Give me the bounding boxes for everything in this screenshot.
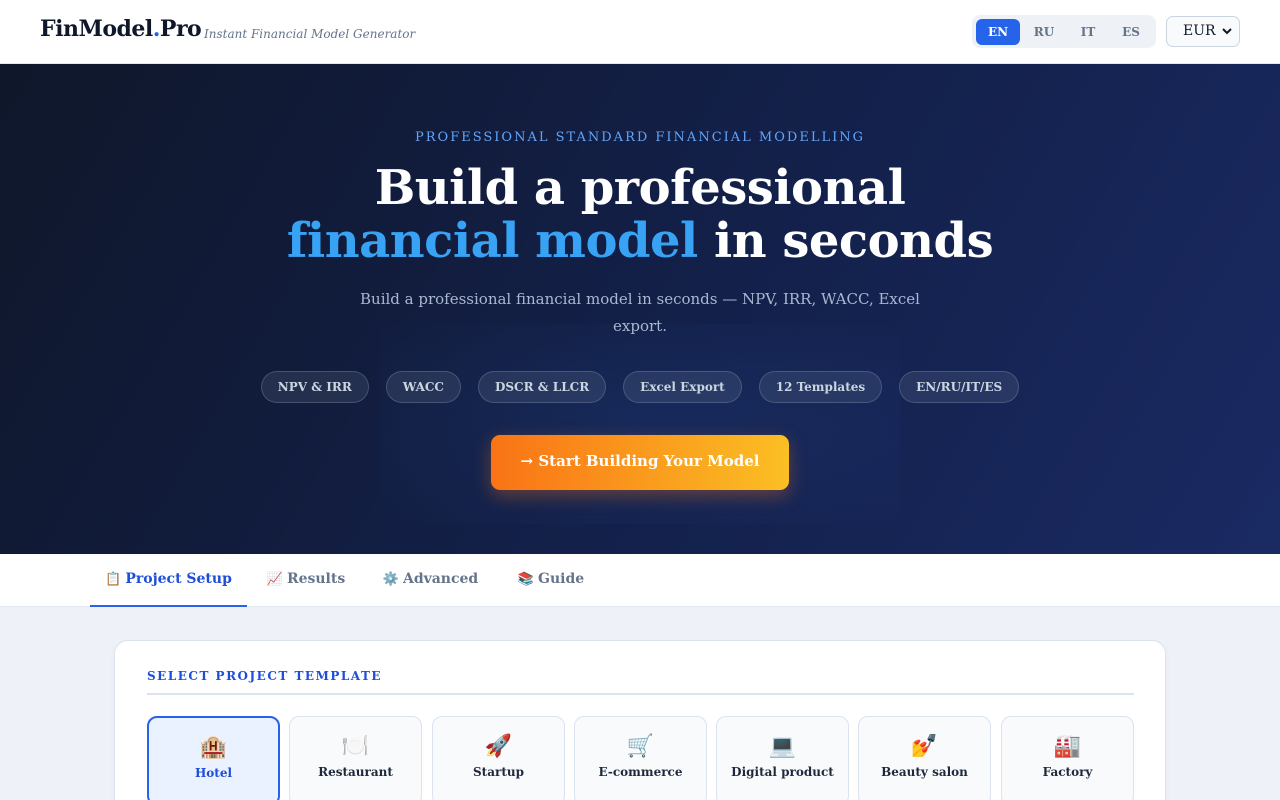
headline-line-1: Build a professional <box>374 160 906 216</box>
hotel-icon: 🏨 <box>199 735 228 760</box>
hero-section: PROFESSIONAL STANDARD FINANCIAL MODELLIN… <box>0 64 1280 554</box>
template-card: SELECT PROJECT TEMPLATE 🏨 Hotel 🍽️ Resta… <box>114 640 1166 800</box>
feature-chip: NPV & IRR <box>260 371 369 403</box>
logo-main-text: FinModel <box>40 16 153 42</box>
template-restaurant[interactable]: 🍽️ Restaurant <box>289 716 422 800</box>
template-ecommerce[interactable]: 🛒 E-commerce <box>574 716 707 800</box>
tagline: Instant Financial Model Generator <box>204 27 416 41</box>
tab-label: Guide <box>538 571 585 587</box>
section-title: SELECT PROJECT TEMPLATE <box>147 669 383 683</box>
language-button-ru[interactable]: RU <box>1022 19 1066 45</box>
top-bar: FinModel.Pro Instant Financial Model Gen… <box>0 0 1280 64</box>
tab-label: Results <box>286 571 346 587</box>
clipboard-icon: 📋 <box>105 572 122 587</box>
language-button-it[interactable]: IT <box>1066 19 1110 45</box>
language-button-en[interactable]: EN <box>976 19 1020 45</box>
books-icon: 📚 <box>517 572 535 587</box>
template-label: Factory <box>1042 765 1093 779</box>
feature-chip: DSCR & LLCR <box>477 371 607 403</box>
logo[interactable]: FinModel.Pro <box>40 16 202 42</box>
hero-glow <box>380 324 900 524</box>
feature-chip: EN/RU/IT/ES <box>899 371 1020 403</box>
nail-polish-icon: 💅 <box>910 734 939 759</box>
headline-rest: in seconds <box>697 213 994 269</box>
feature-chips: NPV & IRR WACC DSCR & LLCR Excel Export … <box>0 371 1280 403</box>
template-label: Restaurant <box>318 765 393 779</box>
template-digital-product[interactable]: 💻 Digital product <box>716 716 849 800</box>
currency-select[interactable]: EUR <box>1166 16 1240 47</box>
logo-suffix-text: Pro <box>159 16 202 42</box>
template-label: Startup <box>473 765 524 779</box>
feature-chip: 12 Templates <box>758 371 883 403</box>
start-building-button[interactable]: → Start Building Your Model <box>491 435 789 490</box>
gear-icon: ⚙️ <box>382 572 399 587</box>
tab-advanced[interactable]: ⚙️ Advanced <box>374 554 487 607</box>
hero-headline: Build a professional financial model in … <box>0 162 1280 268</box>
template-label: E-commerce <box>598 765 683 779</box>
main-tabs: 📋 Project Setup 📈 Results ⚙️ Advanced 📚 Guid… <box>0 554 1280 607</box>
hero-subtitle: Build a professional financial model in … <box>360 290 920 335</box>
template-label: Digital product <box>731 765 834 779</box>
chart-icon: 📈 <box>266 572 283 587</box>
plate-icon: 🍽️ <box>341 734 370 759</box>
tab-results[interactable]: 📈 Results <box>257 554 355 607</box>
language-button-es[interactable]: ES <box>1109 19 1153 45</box>
feature-chip: WACC <box>385 371 461 403</box>
currency-value: EUR <box>1183 23 1216 39</box>
tab-project-setup[interactable]: 📋 Project Setup <box>90 554 247 607</box>
template-label: Hotel <box>194 766 233 780</box>
feature-chip: Excel Export <box>623 371 742 403</box>
template-beauty-salon[interactable]: 💅 Beauty salon <box>858 716 991 800</box>
laptop-icon: 💻 <box>768 734 797 759</box>
cart-icon: 🛒 <box>626 734 655 759</box>
factory-icon: 🏭 <box>1053 734 1082 759</box>
logo-dot: . <box>152 16 161 42</box>
tab-guide[interactable]: 📚 Guide <box>510 554 592 607</box>
chevron-down-icon <box>1222 28 1232 35</box>
tab-label: Advanced <box>402 571 479 587</box>
template-label: Beauty salon <box>881 765 968 779</box>
tab-label: Project Setup <box>125 571 232 587</box>
template-factory[interactable]: 🏭 Factory <box>1001 716 1134 800</box>
template-startup[interactable]: 🚀 Startup <box>432 716 565 800</box>
template-hotel[interactable]: 🏨 Hotel <box>147 716 280 800</box>
language-switcher: EN RU IT ES <box>972 15 1156 48</box>
headline-accent: financial model <box>286 213 698 269</box>
hero-eyebrow: PROFESSIONAL STANDARD FINANCIAL MODELLIN… <box>415 130 865 145</box>
divider <box>147 693 1134 695</box>
rocket-icon: 🚀 <box>484 734 513 759</box>
